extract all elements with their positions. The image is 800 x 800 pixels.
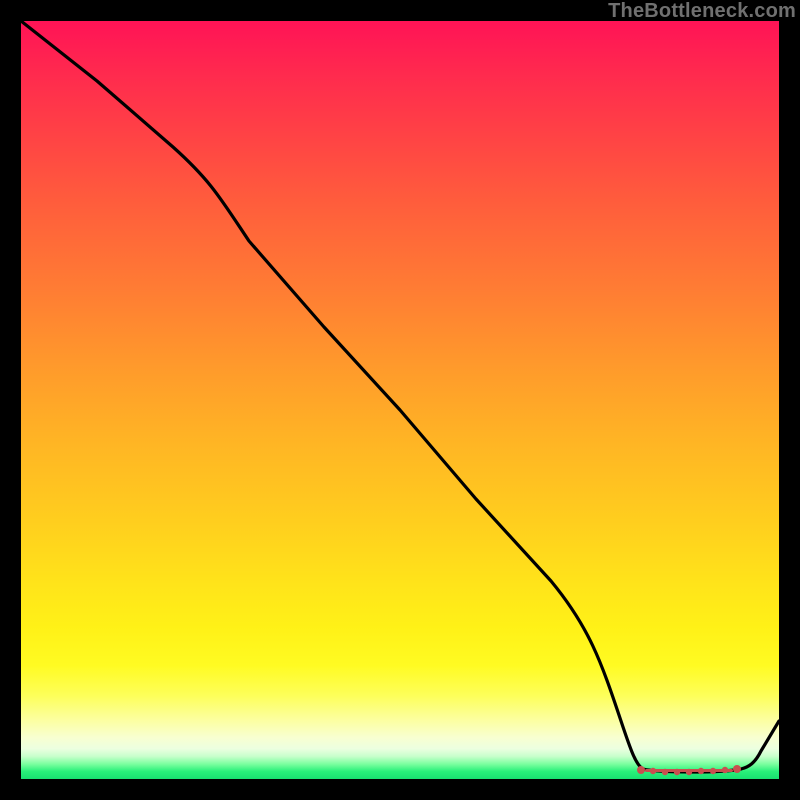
gradient-plot-area xyxy=(21,21,779,779)
watermark-text: TheBottleneck.com xyxy=(608,0,796,23)
curve-svg xyxy=(21,21,779,779)
bottleneck-curve xyxy=(21,21,779,772)
chart-container: TheBottleneck.com xyxy=(0,0,800,800)
marker-track xyxy=(637,765,741,775)
